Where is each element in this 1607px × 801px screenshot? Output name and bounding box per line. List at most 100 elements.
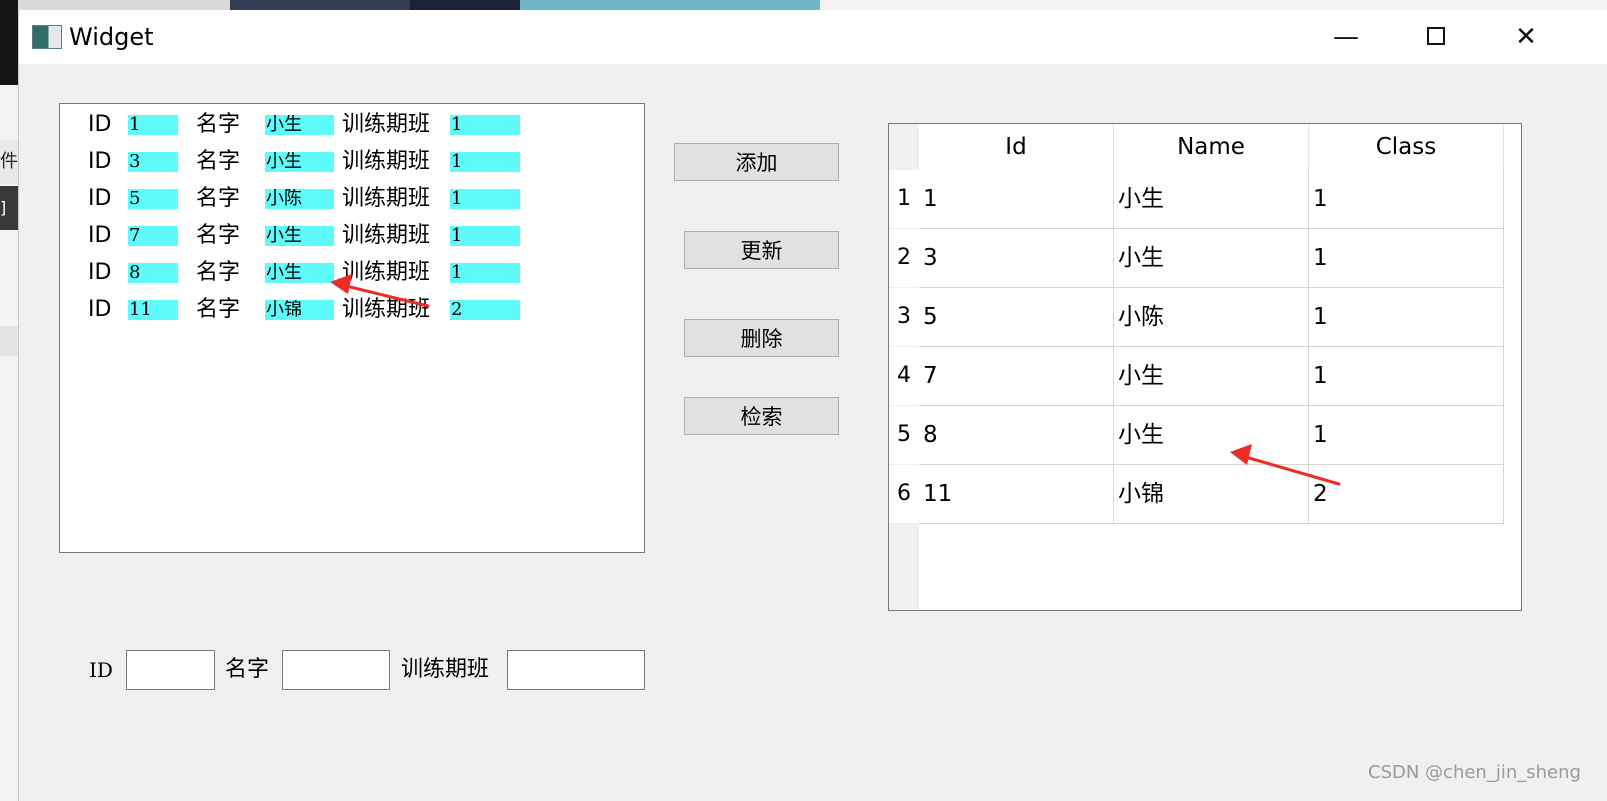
list-item[interactable]: ID 11 名字 小锦 训练期班 2	[60, 292, 644, 329]
table-cell-class[interactable]: 1	[1309, 406, 1504, 465]
list-item[interactable]: ID 7 名字 小生 训练期班 1	[60, 218, 644, 255]
table-cell-name[interactable]: 小生	[1114, 229, 1309, 288]
id-value: 11	[128, 300, 178, 320]
window-title: Widget	[69, 23, 154, 51]
column-header-name[interactable]: Name	[1114, 124, 1309, 170]
id-value: 5	[128, 189, 178, 209]
close-button[interactable]: ✕	[1481, 10, 1571, 64]
name-label: 名字	[196, 223, 241, 248]
background-app-tab: 件	[0, 140, 18, 184]
search-button[interactable]: 检索	[684, 397, 839, 435]
background-app-button: ]	[0, 186, 18, 230]
delete-button[interactable]: 删除	[684, 319, 839, 357]
name-input[interactable]	[282, 650, 390, 690]
name-value: 小陈	[265, 189, 334, 209]
row-header[interactable]: 1	[889, 170, 919, 228]
class-label: 训练期班	[342, 223, 431, 248]
list-item[interactable]: ID 5 名字 小陈 训练期班 1	[60, 181, 644, 218]
desktop-fragment	[230, 0, 410, 10]
name-label: 名字	[196, 260, 241, 285]
id-input[interactable]	[126, 650, 215, 690]
class-value: 1	[450, 226, 520, 246]
table-cell-id[interactable]: 3	[919, 229, 1114, 288]
table-cell-class[interactable]: 1	[1309, 229, 1504, 288]
maximize-button[interactable]	[1391, 10, 1481, 64]
table-row[interactable]: 4 7 小生 1	[889, 347, 1504, 406]
table-cell-class[interactable]: 2	[1309, 465, 1504, 524]
id-value: 8	[128, 263, 178, 283]
id-field-label: ID	[89, 658, 113, 682]
id-value: 1	[128, 115, 178, 135]
id-label: ID	[88, 223, 112, 248]
name-value: 小生	[265, 263, 334, 283]
table-corner-button[interactable]	[889, 124, 919, 170]
class-value: 2	[450, 300, 520, 320]
id-label: ID	[88, 297, 112, 322]
class-label: 训练期班	[342, 149, 431, 174]
table-row[interactable]: 6 11 小锦 2	[889, 465, 1504, 524]
minimize-button[interactable]: —	[1301, 10, 1391, 64]
class-label: 训练期班	[342, 260, 431, 285]
class-value: 1	[450, 115, 520, 135]
row-header[interactable]: 6	[889, 465, 919, 523]
row-header[interactable]: 2	[889, 229, 919, 287]
table-cell-class[interactable]: 1	[1309, 170, 1504, 229]
table-cell-name[interactable]: 小陈	[1114, 288, 1309, 347]
column-header-id[interactable]: Id	[919, 124, 1114, 170]
row-header[interactable]: 3	[889, 288, 919, 346]
class-value: 1	[450, 189, 520, 209]
minimize-icon: —	[1333, 22, 1359, 52]
name-label: 名字	[196, 186, 241, 211]
list-item[interactable]: ID 8 名字 小生 训练期班 1	[60, 255, 644, 292]
table-cell-name[interactable]: 小生	[1114, 170, 1309, 229]
list-item[interactable]: ID 3 名字 小生 训练期班 1	[60, 144, 644, 181]
id-label: ID	[88, 186, 112, 211]
table-cell-id[interactable]: 7	[919, 347, 1114, 406]
table-cell-name[interactable]: 小生	[1114, 406, 1309, 465]
table-cell-class[interactable]: 1	[1309, 347, 1504, 406]
table-row[interactable]: 1 1 小生 1	[889, 170, 1504, 229]
table-cell-id[interactable]: 1	[919, 170, 1114, 229]
name-value: 小生	[265, 226, 334, 246]
desktop-fragment	[520, 0, 820, 10]
class-label: 训练期班	[342, 186, 431, 211]
update-button[interactable]: 更新	[684, 231, 839, 269]
table-row[interactable]: 2 3 小生 1	[889, 229, 1504, 288]
background-app-dark-area	[0, 0, 18, 85]
widget-window: Widget — ✕ ID 1 名字 小生 训练期班 1 ID 3 名字 小生 …	[18, 10, 1607, 801]
app-icon	[32, 25, 62, 49]
title-bar[interactable]: Widget — ✕	[19, 10, 1607, 64]
records-table[interactable]: Id Name Class 1 1 小生 1 2 3 小生 1 3 5 小陈 1…	[888, 123, 1522, 611]
class-label: 训练期班	[342, 297, 431, 322]
table-cell-name[interactable]: 小生	[1114, 347, 1309, 406]
id-value: 7	[128, 226, 178, 246]
class-value: 1	[450, 263, 520, 283]
name-field-label: 名字	[225, 657, 270, 682]
add-button[interactable]: 添加	[674, 143, 839, 181]
column-header-class[interactable]: Class	[1309, 124, 1504, 170]
name-label: 名字	[196, 112, 241, 137]
maximize-icon	[1427, 26, 1445, 45]
table-row[interactable]: 5 8 小生 1	[889, 406, 1504, 465]
table-cell-name[interactable]: 小锦	[1114, 465, 1309, 524]
table-cell-id[interactable]: 5	[919, 288, 1114, 347]
row-header[interactable]: 5	[889, 406, 919, 464]
table-cell-class[interactable]: 1	[1309, 288, 1504, 347]
table-cell-id[interactable]: 8	[919, 406, 1114, 465]
background-app-edge: 件 ]	[0, 0, 18, 801]
record-list-panel[interactable]: ID 1 名字 小生 训练期班 1 ID 3 名字 小生 训练期班 1 ID 5…	[59, 103, 645, 553]
list-item[interactable]: ID 1 名字 小生 训练期班 1	[60, 107, 644, 144]
watermark-text: CSDN @chen_jin_sheng	[1368, 762, 1581, 783]
class-label: 训练期班	[342, 112, 431, 137]
class-input[interactable]	[507, 650, 645, 690]
id-value: 3	[128, 152, 178, 172]
table-row[interactable]: 3 5 小陈 1	[889, 288, 1504, 347]
close-icon: ✕	[1515, 22, 1537, 52]
class-field-label: 训练期班	[401, 657, 490, 682]
name-value: 小锦	[265, 300, 334, 320]
table-cell-id[interactable]: 11	[919, 465, 1114, 524]
row-header[interactable]: 4	[889, 347, 919, 405]
desktop-fragment	[820, 0, 1607, 10]
desktop-background	[0, 0, 1607, 10]
id-label: ID	[88, 112, 112, 137]
